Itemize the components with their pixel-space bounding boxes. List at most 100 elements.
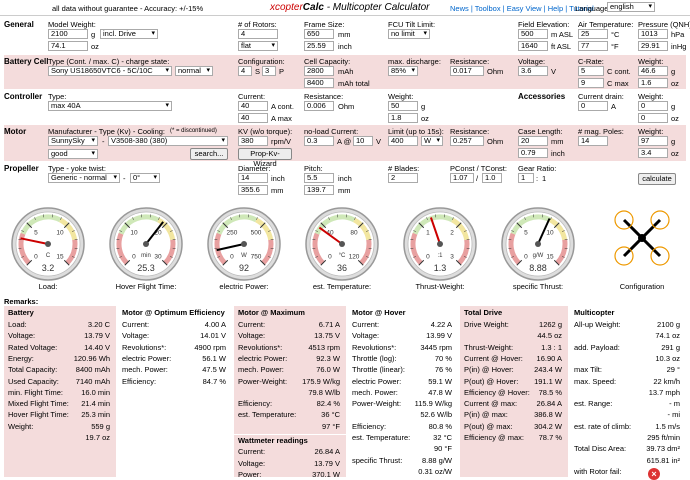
- case-length-mm-input[interactable]: 20: [518, 136, 548, 146]
- controller-cont-input[interactable]: 40: [238, 101, 268, 111]
- pitch-mm-input[interactable]: 139.7: [304, 185, 334, 195]
- elevation-m-input[interactable]: 500: [518, 29, 548, 39]
- pressure-hpa-input[interactable]: 1013: [638, 29, 668, 39]
- gauge-label: specific Thrust:: [488, 282, 588, 291]
- unit-a-max: A max: [271, 114, 292, 123]
- diameter-inch-input[interactable]: 14: [238, 173, 268, 183]
- gauge-unit: :1: [437, 253, 443, 259]
- result-label: est. Temperature:: [238, 410, 296, 419]
- kv-input[interactable]: 380: [238, 136, 268, 146]
- battery-resistance-label: Resistance:: [450, 57, 489, 66]
- limit-unit-select[interactable]: W: [421, 136, 443, 146]
- nav-links[interactable]: News | Toolbox | Easy View | Help | Tuto…: [450, 4, 594, 13]
- weight-drive-select[interactable]: incl. Drive: [100, 29, 158, 39]
- motor-mfr-select[interactable]: SunnySky: [48, 136, 98, 146]
- result-label: add. Payload:: [574, 343, 620, 352]
- motor-weight-oz-input[interactable]: 3.4: [638, 148, 668, 158]
- controller-resistance-input[interactable]: 0.006: [304, 101, 334, 111]
- result-value: 56.1 W: [202, 354, 226, 363]
- pressure-inhg-input[interactable]: 29.91: [638, 41, 668, 51]
- gear-ratio-input[interactable]: 1: [518, 173, 534, 183]
- controller-weight-oz-input[interactable]: 1.8: [388, 113, 418, 123]
- motor-model-select[interactable]: V3508-380 (380): [108, 136, 228, 146]
- gauge-unit: min: [141, 253, 151, 259]
- diameter-label: Diameter:: [238, 164, 271, 173]
- result-label: with Rotor fail:: [574, 467, 622, 476]
- result-value: 115.9 W/kg: [415, 399, 452, 408]
- unit-oz: oz: [671, 149, 679, 158]
- max-discharge-select[interactable]: 85%: [388, 66, 418, 76]
- result-value: 92.3 W: [316, 354, 340, 363]
- result-value: 3.20 C: [88, 320, 110, 329]
- motor-resistance-input[interactable]: 0.257: [450, 136, 484, 146]
- gauge-2: 0250500750W92: [204, 204, 284, 282]
- result-label: est. Range:: [574, 399, 612, 408]
- result-value: 70 %: [435, 354, 452, 363]
- total-capacity-output: 8400: [304, 78, 334, 88]
- prop-kv-wizard-button[interactable]: Prop-Kv-Wizard: [238, 148, 292, 160]
- temp-f-input[interactable]: 77: [578, 41, 608, 51]
- result-label: Current:: [122, 320, 149, 329]
- frame-mm-input[interactable]: 650: [304, 29, 334, 39]
- elevation-ft-input[interactable]: 1640: [518, 41, 548, 51]
- series-input[interactable]: 4: [238, 66, 252, 76]
- blades-input[interactable]: 2: [388, 173, 418, 183]
- battery-resistance-input[interactable]: 0.017: [450, 66, 484, 76]
- mag-poles-input[interactable]: 14: [578, 136, 608, 146]
- results-column-3: Motor @ HoverCurrent:4.22 AVoltage:13.99…: [348, 306, 458, 477]
- rotor-layout-select[interactable]: flat: [238, 41, 278, 51]
- gauge-label: electric Power:: [194, 282, 294, 291]
- no-load-current-input[interactable]: 0.3: [304, 136, 334, 146]
- unit-mm: mm: [271, 186, 284, 195]
- page-title: xcopterCalc - Multicopter Calculator: [270, 2, 430, 13]
- limit-input[interactable]: 400: [388, 136, 418, 146]
- controller-type-select[interactable]: max 40A: [48, 101, 172, 111]
- charge-state-select[interactable]: normal: [175, 66, 213, 76]
- unit-p: P: [279, 67, 284, 76]
- current-drain-input[interactable]: 0: [578, 101, 608, 111]
- result-value: 7140 mAh: [76, 377, 110, 386]
- no-load-voltage-input[interactable]: 10: [353, 136, 373, 146]
- pconst-input[interactable]: 1.07: [450, 173, 474, 183]
- title-calc: Calc: [303, 2, 324, 13]
- gauge-tick: 5: [524, 229, 528, 236]
- c-max-input[interactable]: 9: [578, 78, 604, 88]
- language-select[interactable]: english: [607, 2, 655, 12]
- cooling-select[interactable]: good: [48, 149, 98, 159]
- result-value: 29 °: [667, 365, 680, 374]
- fcu-select[interactable]: no limit: [388, 29, 430, 39]
- cell-weight-g-input[interactable]: 46.6: [638, 66, 668, 76]
- temp-c-input[interactable]: 25: [578, 29, 608, 39]
- result-value: 14.40 V: [84, 343, 110, 352]
- accessory-weight-oz-input[interactable]: 0: [638, 113, 668, 123]
- case-length-inch-input[interactable]: 0.79: [518, 148, 548, 158]
- controller-max-input[interactable]: 40: [238, 113, 268, 123]
- motor-weight-g-input[interactable]: 97: [638, 136, 668, 146]
- accessory-weight-g-input[interactable]: 0: [638, 101, 668, 111]
- model-weight-input[interactable]: 2100: [48, 29, 88, 39]
- controller-weight-g-input[interactable]: 50: [388, 101, 418, 111]
- tconst-input[interactable]: 1.0: [482, 173, 502, 183]
- result-label: Weight:: [8, 422, 33, 431]
- unit-ohm: Ohm: [487, 137, 503, 146]
- search-button[interactable]: search...: [190, 148, 228, 160]
- cell-weight-oz-input[interactable]: 1.6: [638, 78, 668, 88]
- battery-type-select[interactable]: Sony US18650VTC6 - 5C/10C: [48, 66, 172, 76]
- rotors-input[interactable]: 4: [238, 29, 278, 39]
- unit-inch: inch: [271, 174, 285, 183]
- diameter-mm-input[interactable]: 355.6: [238, 185, 268, 195]
- yoke-twist-select[interactable]: 0°: [130, 173, 160, 183]
- result-value: 26.84 A: [537, 399, 562, 408]
- unit-v: V: [551, 67, 556, 76]
- pitch-inch-input[interactable]: 5.5: [304, 173, 334, 183]
- cell-capacity-input[interactable]: 2800: [304, 66, 334, 76]
- parallel-input[interactable]: 3: [262, 66, 276, 76]
- prop-type-select[interactable]: Generic - normal: [48, 173, 120, 183]
- cell-voltage-input[interactable]: 3.6: [518, 66, 548, 76]
- result-value: 90 °F: [434, 444, 452, 453]
- result-value: 1262 g: [539, 320, 562, 329]
- c-cont-input[interactable]: 5: [578, 66, 604, 76]
- model-weight-oz-input[interactable]: 74.1: [48, 41, 88, 51]
- frame-inch-input[interactable]: 25.59: [304, 41, 334, 51]
- calculate-button[interactable]: calculate: [638, 173, 676, 185]
